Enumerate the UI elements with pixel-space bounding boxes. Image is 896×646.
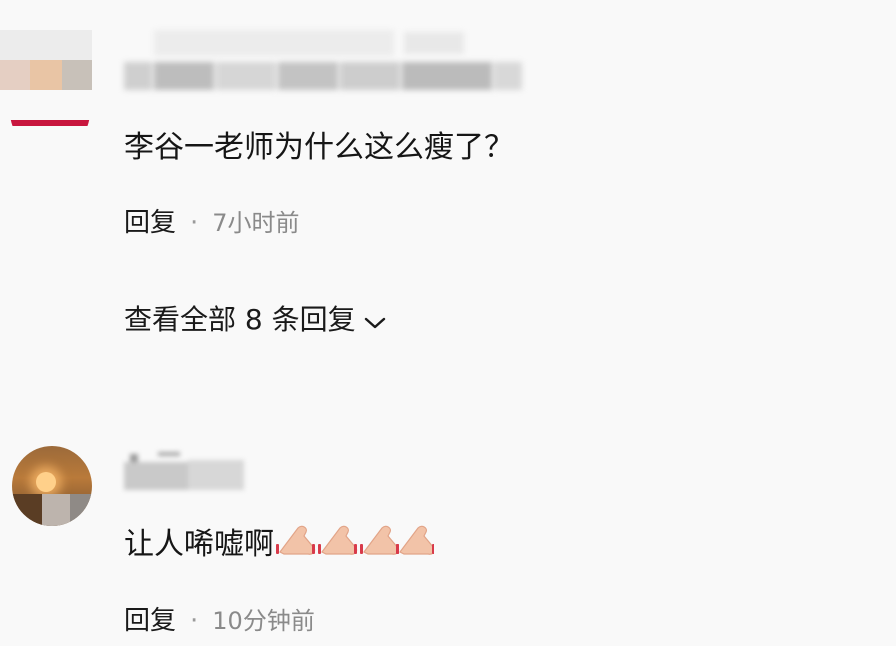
comment-meta: 回复 · 7小时前 xyxy=(124,206,300,240)
view-all-replies-button[interactable]: 查看全部 8 条回复 xyxy=(124,300,386,341)
comment-text: 李谷一老师为什么这么瘦了？ xyxy=(124,130,514,165)
clapping-hands-icon xyxy=(274,522,436,567)
view-all-replies-label: 查看全部 8 条回复 xyxy=(124,303,356,336)
comment-section: 李谷一老师为什么这么瘦了？ 回复 · 7小时前 查看全部 8 条回复 让人唏嘘啊 xyxy=(0,0,896,646)
username-blurred[interactable] xyxy=(124,450,248,492)
comment-text: 让人唏嘘啊 xyxy=(124,527,274,562)
comment-meta: 回复 · 10分钟前 xyxy=(124,604,315,638)
comment-time: 10分钟前 xyxy=(212,607,315,635)
chevron-down-icon xyxy=(364,301,386,341)
avatar[interactable] xyxy=(0,30,92,126)
reply-button[interactable]: 回复 xyxy=(124,606,176,636)
separator-dot: · xyxy=(190,606,199,636)
comment-time: 7小时前 xyxy=(212,209,300,237)
comment-body: 让人唏嘘啊 xyxy=(124,522,436,567)
reply-button[interactable]: 回复 xyxy=(124,208,176,238)
username-blurred[interactable] xyxy=(124,30,524,92)
avatar[interactable] xyxy=(12,446,92,526)
separator-dot: · xyxy=(190,208,199,238)
